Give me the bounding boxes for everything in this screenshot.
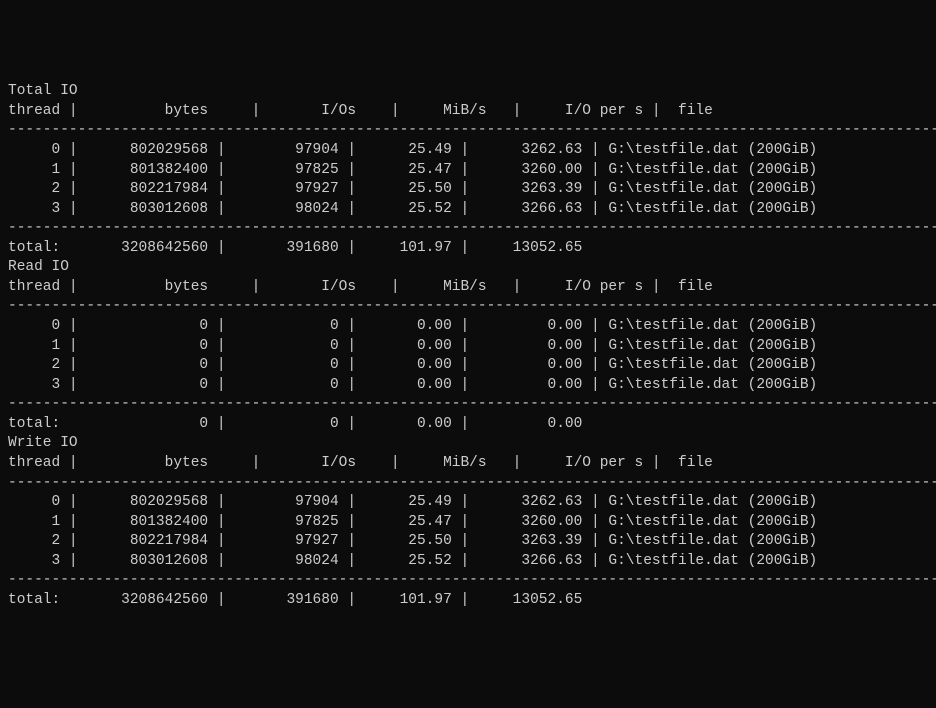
- data-row: 0 | 802029568 | 97904 | 25.49 | 3262.63 …: [8, 493, 928, 513]
- divider: ----------------------------------------…: [8, 474, 928, 494]
- data-row: 0 | 802029568 | 97904 | 25.49 | 3262.63 …: [8, 141, 928, 161]
- section-title: Total IO: [8, 82, 928, 102]
- data-row: 1 | 801382400 | 97825 | 25.47 | 3260.00 …: [8, 513, 928, 533]
- data-row: 0 | 0 | 0 | 0.00 | 0.00 | G:\testfile.da…: [8, 317, 928, 337]
- total-row: total: 3208642560 | 391680 | 101.97 | 13…: [8, 591, 928, 611]
- header-row: thread | bytes | I/Os | MiB/s | I/O per …: [8, 278, 928, 298]
- divider: ----------------------------------------…: [8, 395, 928, 415]
- section-title: Write IO: [8, 434, 928, 454]
- data-row: 1 | 0 | 0 | 0.00 | 0.00 | G:\testfile.da…: [8, 337, 928, 357]
- data-row: 3 | 803012608 | 98024 | 25.52 | 3266.63 …: [8, 552, 928, 572]
- header-row: thread | bytes | I/Os | MiB/s | I/O per …: [8, 102, 928, 122]
- terminal-output: Total IOthread | bytes | I/Os | MiB/s | …: [8, 82, 928, 610]
- data-row: 3 | 0 | 0 | 0.00 | 0.00 | G:\testfile.da…: [8, 376, 928, 396]
- total-row: total: 0 | 0 | 0.00 | 0.00: [8, 415, 928, 435]
- data-row: 2 | 0 | 0 | 0.00 | 0.00 | G:\testfile.da…: [8, 356, 928, 376]
- divider: ----------------------------------------…: [8, 571, 928, 591]
- data-row: 2 | 802217984 | 97927 | 25.50 | 3263.39 …: [8, 180, 928, 200]
- section-title: Read IO: [8, 258, 928, 278]
- divider: ----------------------------------------…: [8, 219, 928, 239]
- data-row: 2 | 802217984 | 97927 | 25.50 | 3263.39 …: [8, 532, 928, 552]
- data-row: 1 | 801382400 | 97825 | 25.47 | 3260.00 …: [8, 161, 928, 181]
- data-row: 3 | 803012608 | 98024 | 25.52 | 3266.63 …: [8, 200, 928, 220]
- total-row: total: 3208642560 | 391680 | 101.97 | 13…: [8, 239, 928, 259]
- divider: ----------------------------------------…: [8, 121, 928, 141]
- divider: ----------------------------------------…: [8, 297, 928, 317]
- header-row: thread | bytes | I/Os | MiB/s | I/O per …: [8, 454, 928, 474]
